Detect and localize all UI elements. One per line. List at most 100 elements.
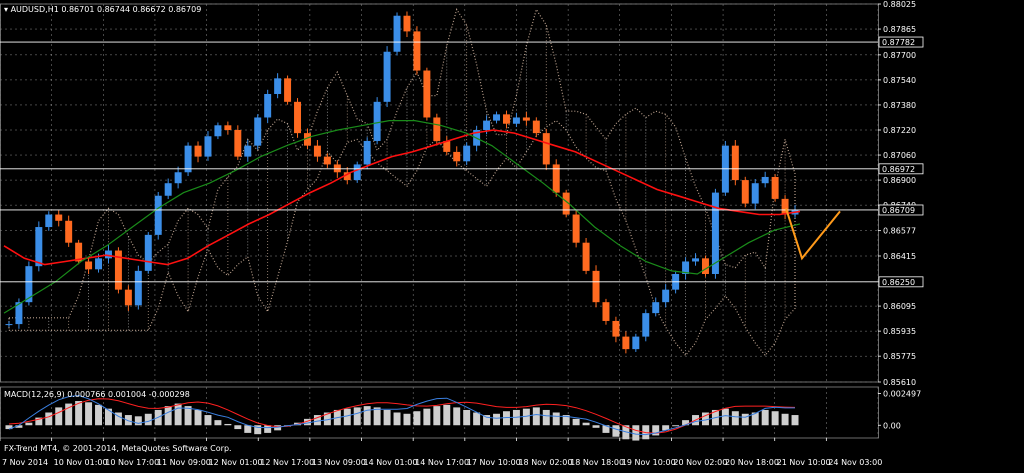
y-tick-label: 0.87865 [883,25,916,34]
candle-body [692,258,700,262]
macd-bar [731,411,739,426]
candle-body [194,145,202,157]
candle-body [144,234,152,271]
macd-bar [403,413,411,426]
macd-bar [632,425,640,441]
candle-body [204,136,212,157]
x-tick-label: 18 Nov 18:00 [570,458,624,467]
macd-bar [214,420,222,426]
macd-bar [542,409,550,426]
candle-body [5,324,13,326]
candle-body [483,120,491,130]
candle-body [274,78,282,94]
candle-body [95,258,103,270]
candle-body [532,120,540,134]
x-tick-label: 20 Nov 18:00 [725,458,779,467]
level-price-label: 0.86709 [882,206,915,215]
macd-bar [144,413,152,426]
macd-bar [652,425,660,436]
candle-body [512,117,520,124]
macd-bar [343,408,351,426]
macd-bar [721,408,729,426]
candle-body [612,320,620,337]
macd-bar [423,408,431,426]
candle-body [55,214,63,221]
copyright: FX-Trend MT4, © 2001-2014, MetaQuotes So… [4,444,232,453]
y-tick-label: 0.87220 [883,126,916,135]
candle-body [403,15,411,32]
x-tick-label: 19 Nov 10:00 [622,458,676,467]
macd-bar [363,406,371,426]
macd-bar [433,406,441,426]
x-tick-label: 12 Nov 01:00 [209,458,263,467]
y-tick-label: 0.88025 [883,0,916,9]
macd-bar [572,418,580,426]
macd-bar [493,413,501,426]
candle-body [174,172,182,184]
macd-bar [672,425,680,427]
y-tick-label: 0.87700 [883,51,916,60]
candle-body [592,270,600,303]
candle-body [353,164,361,181]
macd-bar [25,422,33,426]
macd-bar [55,407,63,426]
candle-body [582,242,590,271]
candle-body [254,117,262,146]
candle-body [373,101,381,141]
candle-body [383,51,391,102]
candle-body [453,151,461,162]
price-chart-svg[interactable]: 0.88025 0.87865 0.87700 0.87540 0.87380 0.872… [0,0,1024,469]
candle-body [662,289,670,303]
symbol-line: AUDUSD,H1 0.86701 0.86744 0.86672 0.8670… [11,5,202,14]
macd-bar [592,425,600,428]
y-tick-label: 0.85775 [883,352,916,361]
candle-body [85,261,93,270]
candle-body [284,78,292,102]
candle-body [542,133,550,165]
candle-body [652,302,660,314]
x-tick-label: 14 Nov 01:00 [364,458,418,467]
x-tick-label: 10 Nov 17:00 [105,458,159,467]
candle-body [65,220,73,243]
macd-bar [174,403,182,426]
macd-bar [264,425,272,433]
x-tick-label: 12 Nov 17:00 [260,458,314,467]
candle-body [154,195,162,235]
y-tick-label: 0.85610 [883,378,916,387]
candle-body [602,302,610,321]
macd-bar [443,404,451,426]
macd-bar [393,412,401,426]
macd-bar [741,413,749,426]
level-price-label: 0.86972 [882,165,915,174]
candle-body [45,214,53,228]
macd-bar [244,425,252,433]
macd-bar [164,406,172,426]
x-tick-label: 24 Nov 03:00 [828,458,882,467]
macd-bar [771,411,779,426]
macd-bar [453,407,461,426]
macd-bar [532,407,540,426]
macd-bar [383,409,391,426]
y-tick-label: 0.87380 [883,101,916,110]
candle-body [642,313,650,337]
macd-bar [781,413,789,426]
candle-body [333,164,341,173]
candle-body [731,145,739,181]
candle-body [184,145,192,173]
macd-bar [413,411,421,426]
y-tick-label: 0.87540 [883,76,916,85]
macd-bar [234,425,242,430]
x-tick-label: 18 Nov 02:00 [518,458,572,467]
x-tick-label: 10 Nov 01:00 [54,458,108,467]
y-tick-label: 0.86415 [883,252,916,261]
macd-bar [224,423,232,426]
candle-body [522,117,530,121]
chart-area[interactable]: 0.88025 0.87865 0.87700 0.87540 0.87380 0.872… [0,0,1024,469]
macd-bar [194,409,202,426]
y-tick-label: 0.85935 [883,327,916,336]
macd-bar [502,411,510,426]
x-tick-label: 13 Nov 09:00 [312,458,366,467]
candle-body [264,94,272,118]
candle-body [493,114,501,121]
macd-bar [95,404,103,426]
